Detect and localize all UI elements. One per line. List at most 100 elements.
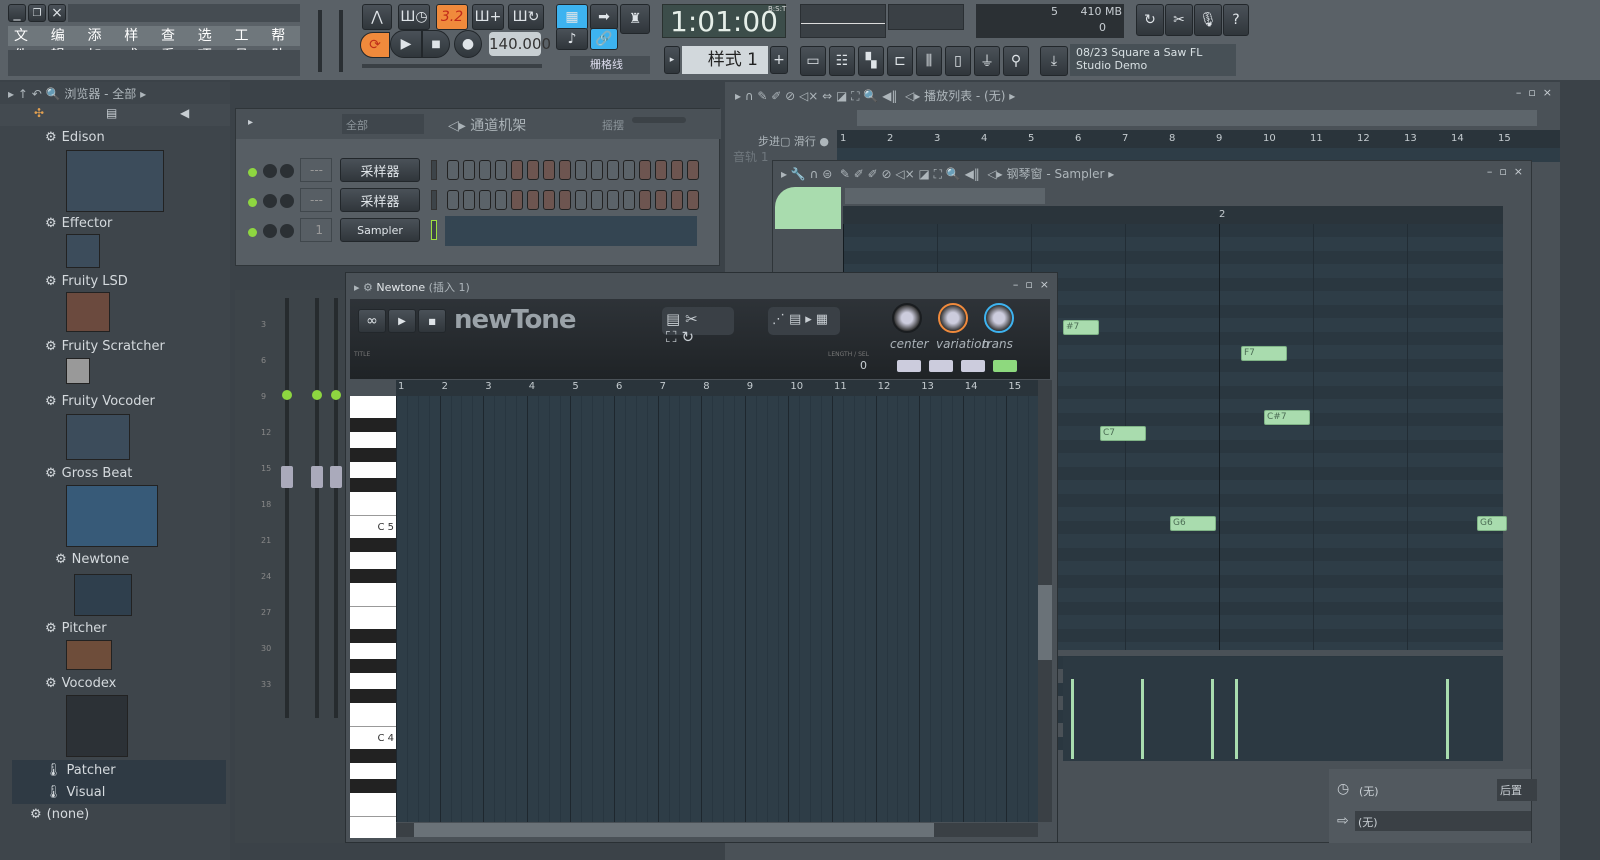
step-button[interactable] <box>607 190 619 210</box>
metronome-button[interactable]: ⋀ <box>362 4 392 30</box>
black-key[interactable] <box>350 658 396 673</box>
menu-item[interactable]: 选项 <box>192 26 227 64</box>
step-button[interactable] <box>527 190 539 210</box>
menu-item[interactable]: 编辑 <box>45 26 80 64</box>
link-tool-icon[interactable] <box>960 359 986 373</box>
velocity-bar[interactable] <box>1071 679 1074 759</box>
velocity-bar[interactable] <box>1141 679 1144 759</box>
black-key[interactable] <box>350 688 396 703</box>
playlist-scrollbar[interactable] <box>857 110 1537 126</box>
mixer-insert-led[interactable] <box>331 390 341 400</box>
piano-roll-icon[interactable]: ▚ <box>858 46 884 76</box>
filter-dropdown[interactable]: 全部 <box>342 114 424 134</box>
channel-mixer-route[interactable]: --- <box>300 188 332 212</box>
channel-pan-knob[interactable] <box>280 164 294 178</box>
step-button[interactable] <box>639 160 651 180</box>
channel-select[interactable] <box>431 190 437 210</box>
channel-select[interactable] <box>431 160 437 180</box>
browser-item[interactable]: ⚙ Pitcher <box>45 621 107 636</box>
black-key[interactable] <box>350 418 396 432</box>
minimize-button[interactable]: _ <box>8 4 26 22</box>
step-button[interactable] <box>671 190 683 210</box>
loop-record-button[interactable]: Ш↻ <box>508 4 544 30</box>
browser-item[interactable]: ⚙ Fruity Vocoder <box>45 394 155 409</box>
project-picker-icon[interactable]: ▯ <box>945 46 971 76</box>
close-button[interactable]: × <box>48 4 66 22</box>
playlist-window-controls[interactable]: – ▫ × <box>1516 86 1552 99</box>
mixer-fader[interactable] <box>311 466 323 488</box>
step-button[interactable] <box>671 160 683 180</box>
step-button[interactable] <box>447 160 459 180</box>
channel-volume-knob[interactable] <box>263 164 277 178</box>
link-button[interactable]: 🔗 <box>590 28 618 50</box>
velocity-lane[interactable] <box>1063 657 1503 761</box>
output-selector[interactable]: (无) <box>1355 811 1531 831</box>
channel-volume-knob[interactable] <box>263 194 277 208</box>
audition-tool-icon[interactable] <box>992 359 1018 373</box>
step-slide-toggle[interactable]: 步进▢ 滑行 ● <box>758 133 829 149</box>
step-edit-button[interactable]: Ш+ <box>472 4 504 30</box>
microphone-icon[interactable]: 🎙 <box>1194 4 1222 36</box>
browser-item[interactable]: ⚙ Newtone <box>55 552 129 567</box>
piano-keyboard[interactable]: C 5 C 4 <box>350 396 396 838</box>
step-button[interactable] <box>479 160 491 180</box>
browser-item[interactable]: 🌡 Patcher <box>45 763 116 778</box>
step-button[interactable] <box>687 160 699 180</box>
step-button[interactable] <box>687 190 699 210</box>
master-volume-slider[interactable] <box>318 10 322 72</box>
newtone-stop-button[interactable]: ■ <box>418 309 446 333</box>
channel-volume-knob[interactable] <box>263 224 277 238</box>
snap-selector[interactable]: 栅格线 <box>570 56 650 74</box>
browser-item[interactable]: ⚙ Edison <box>45 130 105 145</box>
step-button[interactable] <box>527 160 539 180</box>
menu-item[interactable]: 文件 <box>8 26 43 64</box>
step-button[interactable] <box>623 190 635 210</box>
black-key[interactable] <box>350 779 396 794</box>
piano-roll-window-controls[interactable]: – ▫ × <box>1487 165 1523 178</box>
note[interactable]: #7 <box>1063 320 1099 335</box>
channel-mixer-route[interactable]: 1 <box>300 218 332 242</box>
center-knob[interactable] <box>892 303 922 333</box>
step-button[interactable] <box>575 160 587 180</box>
browser-item[interactable]: ⚙ Effector <box>45 216 112 231</box>
black-key[interactable] <box>350 628 396 643</box>
post-button[interactable]: 后置 <box>1497 779 1537 801</box>
pattern-mode-button[interactable]: 3.2 <box>436 4 468 30</box>
cut-icon[interactable]: ✂ <box>1165 4 1193 36</box>
mixer-fader[interactable] <box>281 466 293 488</box>
mixer-insert-led[interactable] <box>282 390 292 400</box>
white-key[interactable] <box>350 817 396 838</box>
step-button[interactable] <box>575 190 587 210</box>
newtone-play-button[interactable]: ▶ <box>388 309 416 333</box>
browser-item[interactable]: ⚙ (none) <box>30 807 89 822</box>
channel-mute-led[interactable] <box>248 228 257 237</box>
master-pitch-slider[interactable] <box>339 10 343 72</box>
collapse-icon[interactable]: ▸ <box>248 117 253 128</box>
playlist-icon[interactable]: ▭ <box>800 46 826 76</box>
channel-select[interactable] <box>431 220 437 240</box>
channel-mute-led[interactable] <box>248 168 257 177</box>
slice-tool-icon[interactable] <box>896 359 922 373</box>
browser-item[interactable]: ⚙ Gross Beat <box>45 466 132 481</box>
plugin-picker-icon[interactable]: ⏚ <box>974 46 1000 76</box>
plugin-tab-icon[interactable]: ✣ <box>34 106 44 120</box>
edit-tools[interactable]: ▤✂⛶↻ <box>662 307 734 346</box>
multilink-knob[interactable]: ♜ <box>620 4 650 34</box>
browser-item[interactable]: 🌡 Visual <box>45 785 105 800</box>
step-button[interactable] <box>495 190 507 210</box>
step-button[interactable] <box>607 160 619 180</box>
step-button[interactable] <box>511 190 523 210</box>
puzzle-tool-icon[interactable] <box>928 359 954 373</box>
files-tab-icon[interactable]: ▤ <box>106 106 117 120</box>
restore-button[interactable]: ❐ <box>28 4 46 22</box>
typing-keyboard-button[interactable]: ▦ <box>556 4 588 30</box>
step-button[interactable] <box>511 160 523 180</box>
step-seq-button[interactable]: ➡ <box>590 4 618 30</box>
mixer-fader[interactable] <box>330 466 342 488</box>
add-pattern-button[interactable]: + <box>770 46 788 74</box>
horizontal-scrollbar[interactable] <box>396 823 1038 837</box>
channel-name-button[interactable]: Sampler <box>340 218 420 242</box>
velocity-bar[interactable] <box>1446 679 1449 759</box>
newtone-pitch-grid[interactable] <box>396 396 1038 822</box>
time-none-value[interactable]: (无) <box>1359 783 1379 799</box>
